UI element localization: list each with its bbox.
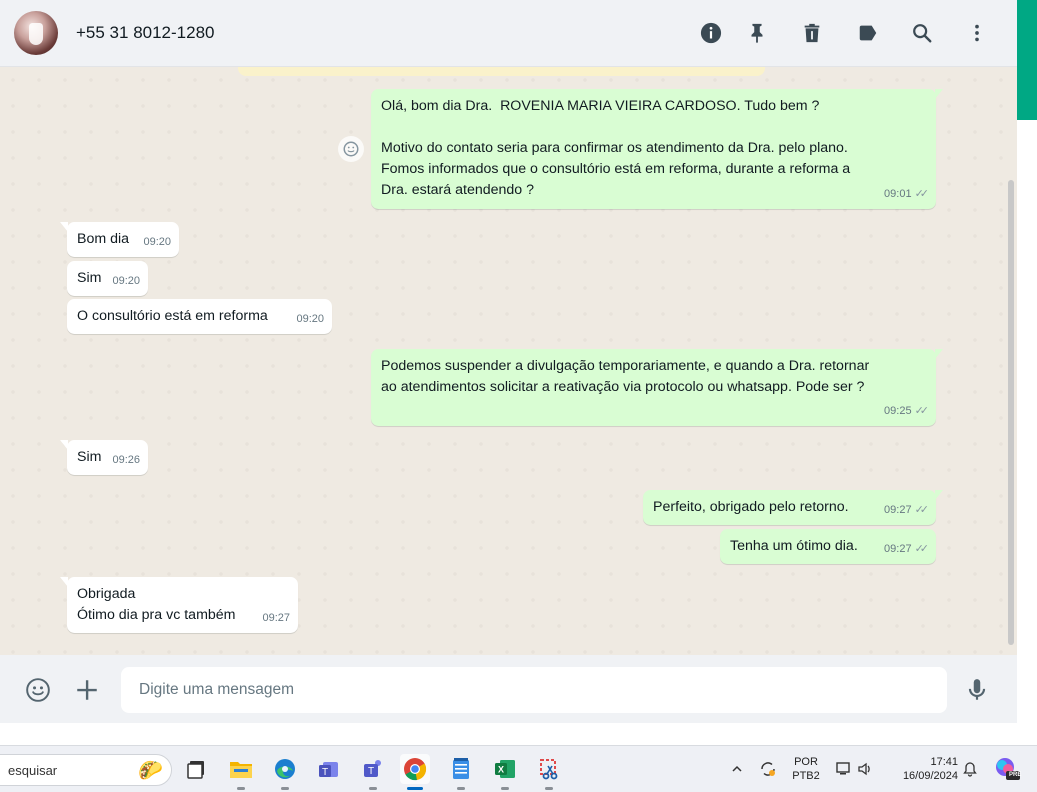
file-explorer-icon[interactable] bbox=[226, 754, 256, 790]
outgoing-message[interactable]: Perfeito, obrigado pelo retorno. 09:27 ✓✓ bbox=[643, 490, 943, 525]
snipping-tool-icon[interactable] bbox=[534, 754, 564, 790]
message-meta: 09:20 bbox=[143, 232, 171, 253]
notepad-icon[interactable] bbox=[446, 754, 476, 790]
taskbar-search-text: esquisar bbox=[8, 762, 58, 778]
chevron-up-icon[interactable] bbox=[727, 759, 747, 779]
emoji-icon[interactable] bbox=[25, 677, 51, 703]
taco-icon: 🌮 bbox=[138, 760, 163, 782]
message-time: 09:26 bbox=[112, 454, 140, 466]
network-icon[interactable] bbox=[834, 759, 854, 779]
message-meta: 09:20 bbox=[112, 271, 140, 292]
message-meta: 09:27 ✓✓ bbox=[884, 500, 930, 521]
window-bottom-gap bbox=[0, 723, 1037, 745]
contact-name[interactable]: +55 31 8012-1280 bbox=[76, 23, 215, 43]
message-input[interactable] bbox=[121, 667, 947, 713]
incoming-message[interactable]: Sim 09:26 bbox=[60, 440, 148, 475]
sync-icon[interactable] bbox=[758, 759, 778, 779]
incoming-message[interactable]: Bom dia 09:20 bbox=[60, 222, 179, 257]
window-accent-edge bbox=[1017, 0, 1037, 120]
language-code: POR bbox=[794, 756, 818, 768]
window-edge bbox=[1017, 120, 1037, 745]
svg-text:T: T bbox=[322, 767, 328, 778]
read-ticks-icon: ✓✓ bbox=[914, 405, 930, 417]
attach-plus-icon[interactable] bbox=[74, 677, 100, 703]
copilot-icon[interactable]: PRE bbox=[994, 756, 1022, 782]
menu-icon[interactable] bbox=[965, 21, 989, 45]
message-text: O consultório está em reforma bbox=[77, 308, 268, 324]
app-running-indicator bbox=[501, 787, 509, 790]
pin-icon[interactable] bbox=[745, 21, 769, 45]
message-meta: 09:20 bbox=[296, 309, 324, 330]
search-icon[interactable] bbox=[910, 21, 934, 45]
message-meta: 09:26 bbox=[112, 450, 140, 471]
message-meta: 09:25 ✓✓ bbox=[884, 401, 930, 422]
outgoing-message[interactable]: Podemos suspender a divulgação temporari… bbox=[371, 349, 943, 426]
message-time: 09:20 bbox=[112, 275, 140, 287]
incoming-message[interactable]: Obrigada Ótimo dia pra vc também 09:27 bbox=[60, 577, 298, 633]
teams-classic-icon[interactable]: T bbox=[358, 754, 388, 790]
excel-icon[interactable]: X bbox=[490, 754, 520, 790]
app-running-indicator bbox=[407, 787, 423, 790]
message-text: Obrigada Ótimo dia pra vc também bbox=[77, 586, 236, 623]
message-text: Olá, bom dia Dra. ROVENIA MARIA VIEIRA C… bbox=[381, 98, 851, 198]
message-time: 09:20 bbox=[143, 236, 171, 248]
read-ticks-icon: ✓✓ bbox=[914, 504, 930, 516]
delete-icon[interactable] bbox=[800, 21, 824, 45]
app-running-indicator bbox=[545, 787, 553, 790]
notifications-bell-icon[interactable] bbox=[960, 759, 980, 779]
message-meta: 09:01 ✓✓ bbox=[884, 184, 930, 205]
read-ticks-icon: ✓✓ bbox=[914, 188, 930, 200]
clock-time: 17:41 bbox=[930, 756, 958, 768]
outgoing-message[interactable]: Tenha um ótimo dia. 09:27 ✓✓ bbox=[720, 529, 936, 564]
read-ticks-icon: ✓✓ bbox=[914, 543, 930, 555]
message-meta: 09:27 bbox=[262, 608, 290, 629]
message-composer bbox=[0, 655, 1017, 723]
message-time: 09:27 bbox=[884, 543, 912, 555]
message-time: 09:20 bbox=[296, 313, 324, 325]
message-time: 09:27 bbox=[262, 612, 290, 624]
svg-text:X: X bbox=[498, 765, 504, 775]
clock-date: 16/09/2024 bbox=[902, 770, 958, 782]
message-meta: 09:27 ✓✓ bbox=[884, 539, 930, 560]
info-icon[interactable] bbox=[699, 21, 723, 45]
react-emoji-icon[interactable] bbox=[338, 136, 364, 162]
windows-taskbar: esquisar 🌮 T T X POR PTB2 17:41 16/09/20… bbox=[0, 745, 1037, 792]
volume-icon[interactable] bbox=[856, 759, 876, 779]
app-running-indicator bbox=[281, 787, 289, 790]
app-running-indicator bbox=[237, 787, 245, 790]
contact-avatar[interactable] bbox=[14, 11, 58, 55]
previous-message-clip bbox=[238, 67, 765, 76]
edge-browser-icon[interactable] bbox=[270, 754, 300, 790]
copilot-preview-badge: PRE bbox=[1009, 772, 1022, 778]
svg-text:T: T bbox=[368, 766, 374, 777]
chat-scrollbar[interactable] bbox=[1008, 180, 1014, 645]
microphone-icon[interactable] bbox=[964, 677, 990, 703]
keyboard-layout: PTB2 bbox=[792, 770, 820, 782]
outgoing-message[interactable]: Olá, bom dia Dra. ROVENIA MARIA VIEIRA C… bbox=[371, 89, 943, 209]
language-indicator[interactable]: POR PTB2 bbox=[792, 755, 820, 783]
app-running-indicator bbox=[369, 787, 377, 790]
chat-header: +55 31 8012-1280 bbox=[0, 0, 1017, 67]
app-running-indicator bbox=[457, 787, 465, 790]
taskbar-search[interactable]: esquisar 🌮 bbox=[0, 754, 172, 786]
label-icon[interactable] bbox=[856, 21, 880, 45]
teams-icon[interactable]: T bbox=[314, 754, 344, 784]
message-time: 09:27 bbox=[884, 504, 912, 516]
message-time: 09:01 bbox=[884, 188, 912, 200]
message-time: 09:25 bbox=[884, 405, 912, 417]
incoming-message[interactable]: Sim 09:20 bbox=[67, 261, 148, 296]
incoming-message[interactable]: O consultório está em reforma 09:20 bbox=[67, 299, 332, 334]
message-text: Podemos suspender a divulgação temporari… bbox=[381, 358, 870, 395]
clock[interactable]: 17:41 16/09/2024 bbox=[888, 755, 958, 783]
task-view-icon[interactable] bbox=[182, 754, 212, 784]
message-list[interactable]: Olá, bom dia Dra. ROVENIA MARIA VIEIRA C… bbox=[0, 67, 1017, 655]
chrome-icon[interactable] bbox=[400, 754, 430, 790]
